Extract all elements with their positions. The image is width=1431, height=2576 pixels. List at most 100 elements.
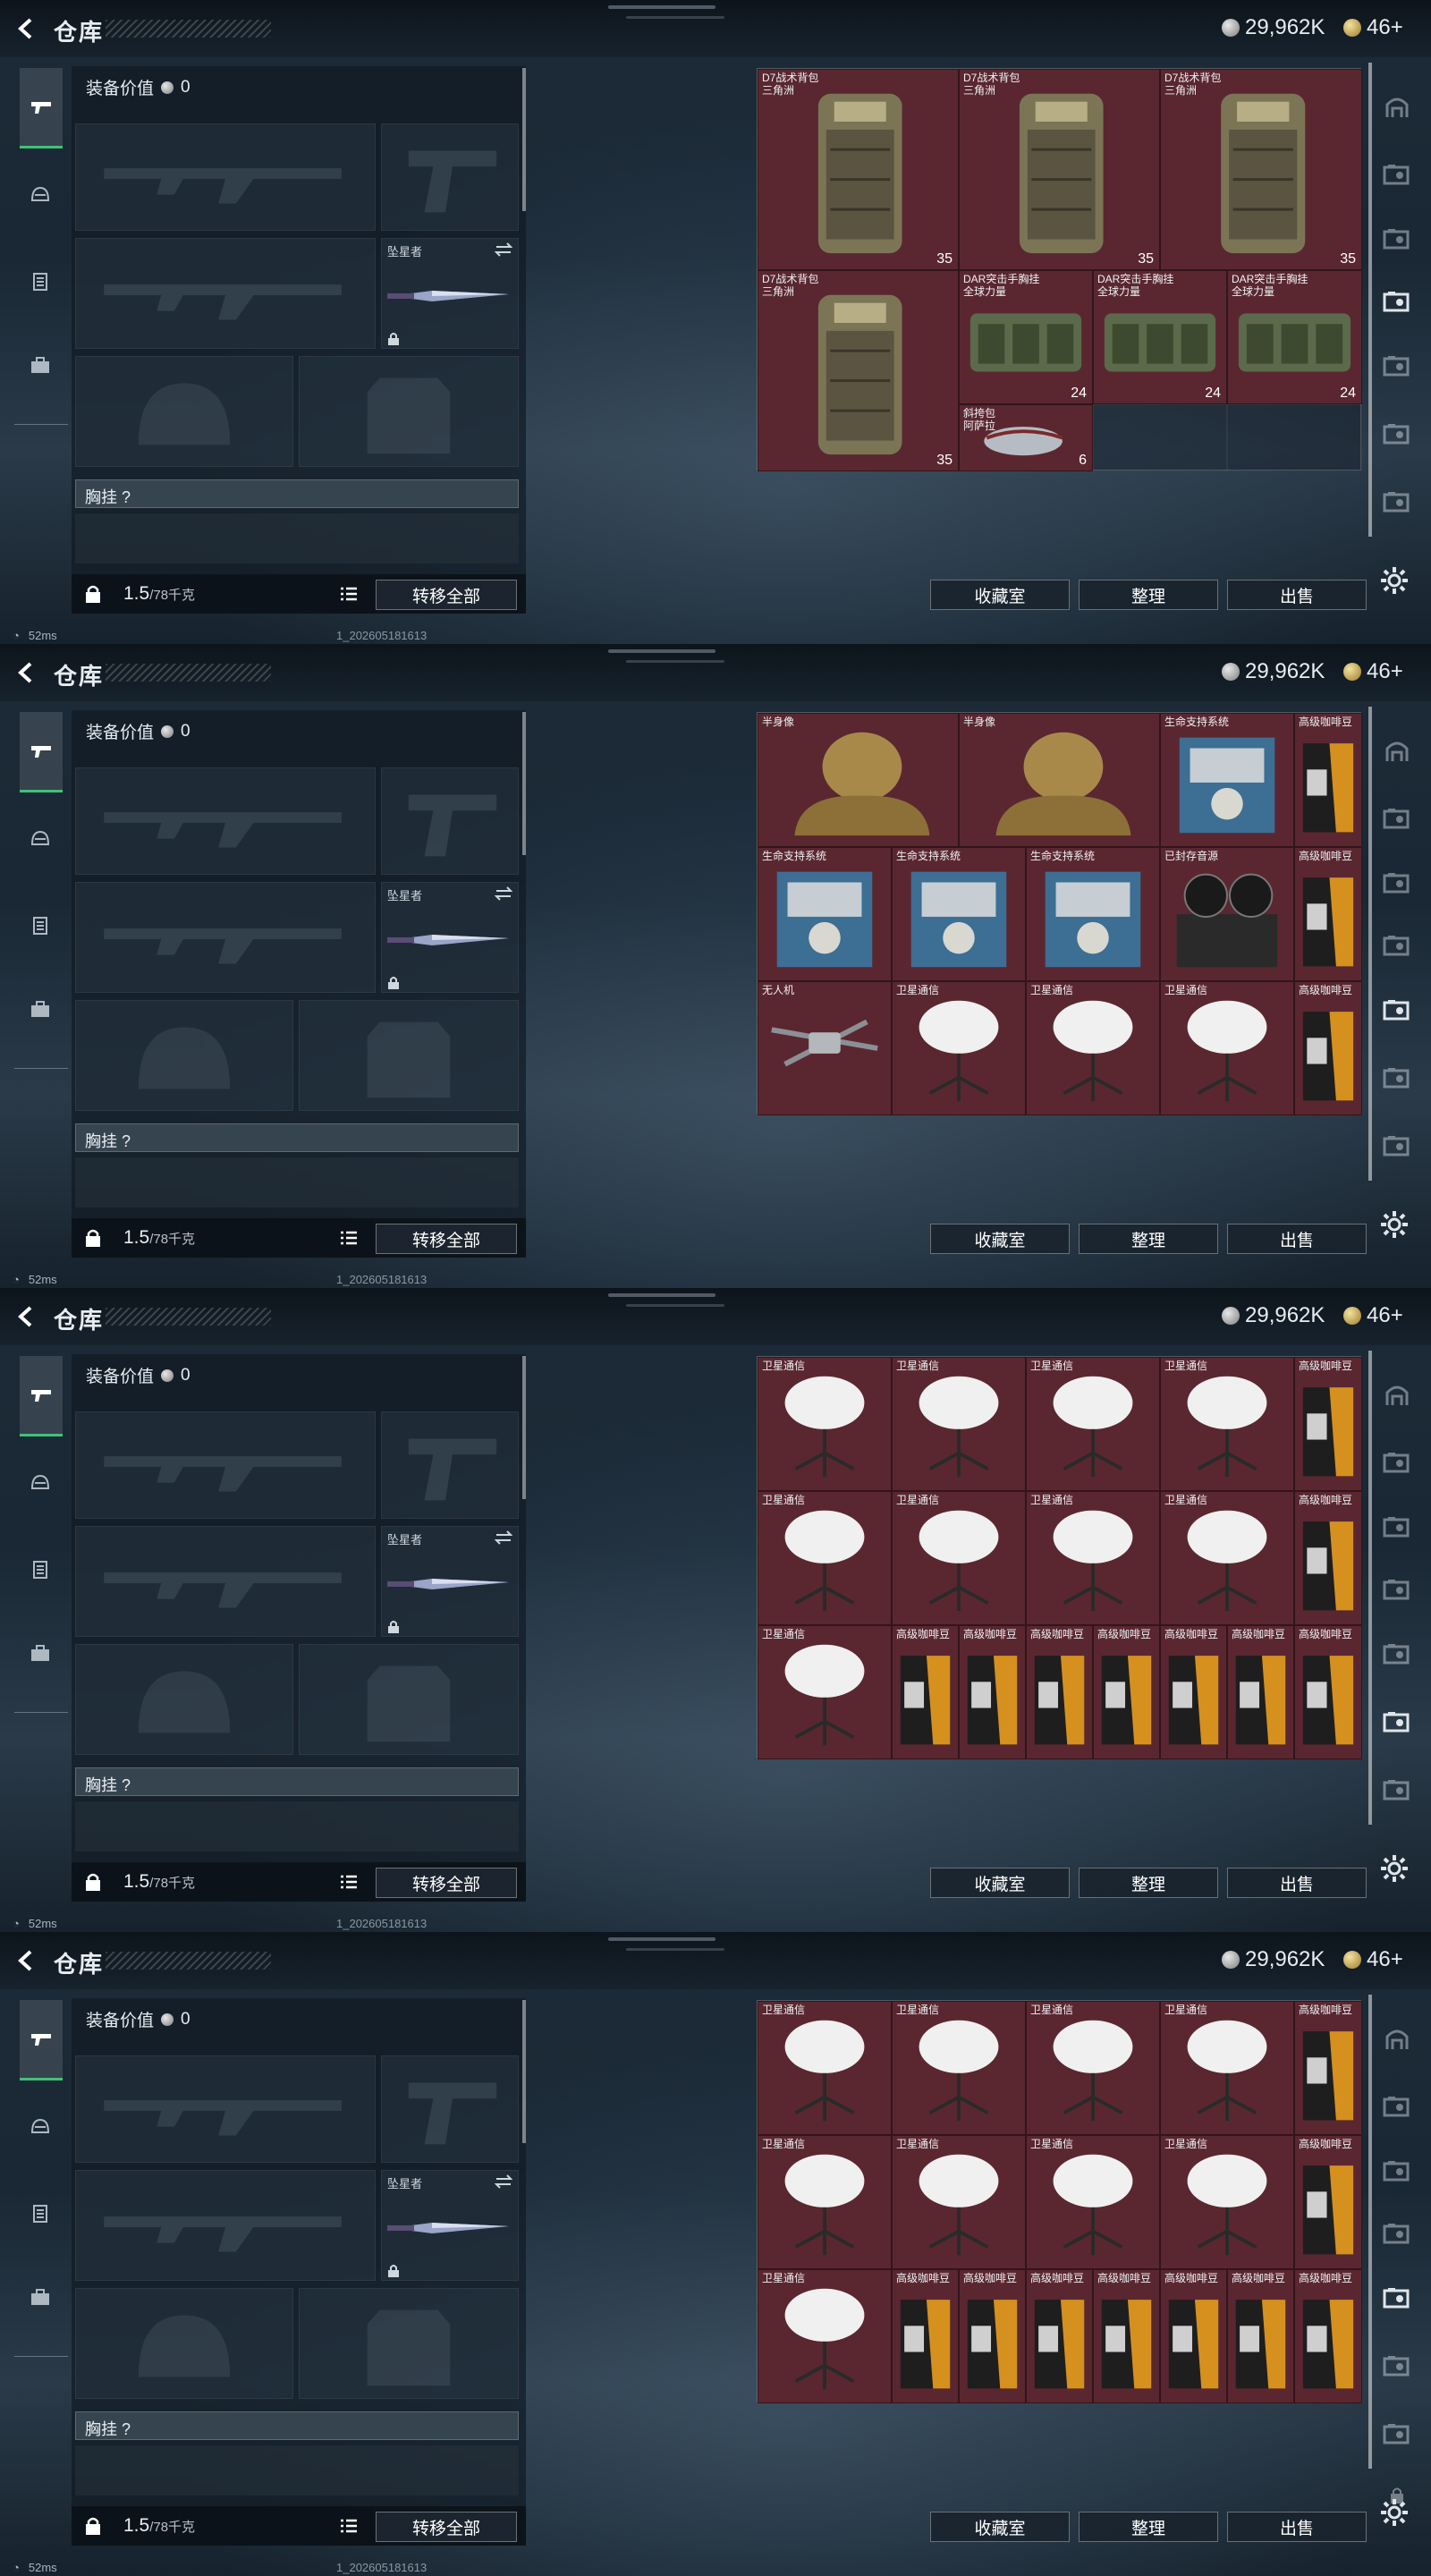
collection-room-button[interactable]: 收藏室 [930, 580, 1070, 610]
gear-icon[interactable] [1379, 2497, 1410, 2528]
tab-backpack[interactable] [20, 989, 61, 1030]
sort-button[interactable]: 整理 [1079, 1868, 1218, 1898]
silver-currency[interactable]: 29,962K [1222, 14, 1325, 41]
back-arrow-icon[interactable] [14, 660, 39, 685]
silver-currency[interactable]: 29,962K [1222, 1302, 1325, 1329]
storage-page-icon[interactable] [1379, 2349, 1415, 2385]
storage-item[interactable]: 卫星通信 [1160, 981, 1294, 1115]
sell-button[interactable]: 出售 [1227, 2512, 1367, 2542]
storage-page-icon[interactable] [1379, 1129, 1415, 1165]
silver-currency[interactable]: 29,962K [1222, 1946, 1325, 1973]
secondary-weapon-slot[interactable] [75, 2170, 376, 2281]
storage-item[interactable]: 卫星通信 [1026, 1357, 1160, 1491]
armor-slot[interactable] [299, 1000, 519, 1111]
page-scrollbar[interactable] [1368, 707, 1372, 1181]
storage-item[interactable]: 卫星通信 [1026, 981, 1160, 1115]
gold-currency[interactable]: 46+ [1343, 1946, 1403, 1973]
silver-currency[interactable]: 29,962K [1222, 658, 1325, 685]
gear-icon[interactable] [1379, 565, 1410, 596]
helmet-slot[interactable] [75, 356, 293, 467]
storage-page-icon[interactable] [1379, 2417, 1415, 2453]
storage-page-icon[interactable] [1379, 349, 1415, 385]
storage-item[interactable]: 卫星通信 [892, 2135, 1026, 2269]
storage-item[interactable]: 卫星通信 [758, 1491, 892, 1625]
tab-helmet[interactable] [20, 1463, 61, 1504]
gold-currency[interactable]: 46+ [1343, 14, 1403, 41]
tab-armor[interactable] [20, 1549, 61, 1590]
melee-slot[interactable]: 坠星者 [381, 238, 519, 349]
swap-icon[interactable] [495, 242, 512, 257]
storage-page-icon[interactable] [1379, 284, 1415, 320]
storage-item[interactable]: 高级咖啡豆 [1294, 713, 1362, 847]
sort-button[interactable]: 整理 [1079, 2512, 1218, 2542]
gear-icon[interactable] [1379, 1209, 1410, 1240]
tab-weapons[interactable] [20, 712, 63, 792]
armor-slot[interactable] [299, 2288, 519, 2399]
chest-rig-slot[interactable] [75, 513, 519, 564]
loadout-scrollbar[interactable] [522, 1356, 526, 1499]
storage-page-icon[interactable] [1379, 417, 1415, 453]
storage-item[interactable]: 高级咖啡豆 [1227, 1625, 1294, 1759]
sort-button[interactable]: 整理 [1079, 1224, 1218, 1254]
storage-page-icon[interactable] [1379, 866, 1415, 902]
storage-item[interactable]: 高级咖啡豆 [1093, 1625, 1160, 1759]
tab-helmet[interactable] [20, 2107, 61, 2148]
storage-item[interactable]: 半身像 [758, 713, 959, 847]
storage-item[interactable]: 卫星通信 [1026, 2001, 1160, 2135]
gear-icon[interactable] [1379, 1853, 1410, 1884]
pistol-slot[interactable] [381, 1411, 519, 1519]
storage-page-icon-main[interactable] [1379, 1377, 1415, 1413]
tab-weapons[interactable] [20, 68, 63, 148]
page-scrollbar[interactable] [1368, 1995, 1372, 2469]
storage-item[interactable]: 生命支持系统 [1026, 847, 1160, 981]
loadout-scrollbar[interactable] [522, 712, 526, 855]
empty-slot[interactable] [1227, 404, 1362, 471]
storage-page-icon[interactable] [1379, 928, 1415, 964]
tab-helmet[interactable] [20, 175, 61, 216]
swap-icon[interactable] [495, 2174, 512, 2189]
storage-item[interactable]: 半身像 [959, 713, 1160, 847]
helmet-slot[interactable] [75, 2288, 293, 2399]
storage-page-icon[interactable] [1379, 2216, 1415, 2252]
back-arrow-icon[interactable] [14, 16, 39, 41]
sort-button[interactable]: 整理 [1079, 580, 1218, 610]
storage-page-icon[interactable] [1379, 157, 1415, 193]
storage-item[interactable]: 生命支持系统 [892, 847, 1026, 981]
storage-page-icon[interactable] [1379, 222, 1415, 258]
storage-page-icon[interactable] [1379, 2089, 1415, 2125]
back-arrow-icon[interactable] [14, 1948, 39, 1973]
page-scrollbar[interactable] [1368, 63, 1372, 537]
storage-item[interactable]: 卫星通信 [1026, 1491, 1160, 1625]
storage-item[interactable]: 生命支持系统 [758, 847, 892, 981]
storage-item[interactable]: D7战术背包 三角洲 35 [1160, 69, 1362, 270]
collection-room-button[interactable]: 收藏室 [930, 2512, 1070, 2542]
page-scrollbar[interactable] [1368, 1351, 1372, 1825]
storage-item[interactable]: 高级咖啡豆 [1026, 1625, 1093, 1759]
list-icon[interactable] [340, 2518, 358, 2534]
melee-slot[interactable]: 坠星者 [381, 2170, 519, 2281]
storage-page-icon[interactable] [1379, 1510, 1415, 1546]
storage-item[interactable]: 卫星通信 [1160, 1491, 1294, 1625]
storage-item[interactable]: 高级咖啡豆 [1227, 2269, 1294, 2403]
storage-item[interactable]: 卫星通信 [1026, 2135, 1160, 2269]
storage-page-icon-main[interactable] [1379, 733, 1415, 769]
storage-page-icon[interactable] [1379, 485, 1415, 521]
storage-item[interactable]: 高级咖啡豆 [1294, 2269, 1362, 2403]
list-icon[interactable] [340, 586, 358, 602]
helmet-slot[interactable] [75, 1644, 293, 1755]
storage-item[interactable]: 卫星通信 [1160, 2001, 1294, 2135]
gold-currency[interactable]: 46+ [1343, 658, 1403, 685]
chest-rig-header[interactable]: 胸挂 ? [75, 1767, 519, 1796]
storage-item[interactable]: 高级咖啡豆 [1093, 2269, 1160, 2403]
storage-item[interactable]: 卫星通信 [758, 2135, 892, 2269]
melee-slot[interactable]: 坠星者 [381, 1526, 519, 1637]
storage-item[interactable]: 卫星通信 [1160, 2135, 1294, 2269]
chest-rig-slot[interactable] [75, 2445, 519, 2496]
list-icon[interactable] [340, 1230, 358, 1246]
helmet-slot[interactable] [75, 1000, 293, 1111]
storage-item[interactable]: 卫星通信 [758, 1625, 892, 1759]
tab-weapons[interactable] [20, 2000, 63, 2080]
storage-page-icon[interactable] [1379, 1705, 1415, 1741]
melee-slot[interactable]: 坠星者 [381, 882, 519, 993]
storage-item[interactable]: D7战术背包 三角洲 35 [758, 69, 959, 270]
